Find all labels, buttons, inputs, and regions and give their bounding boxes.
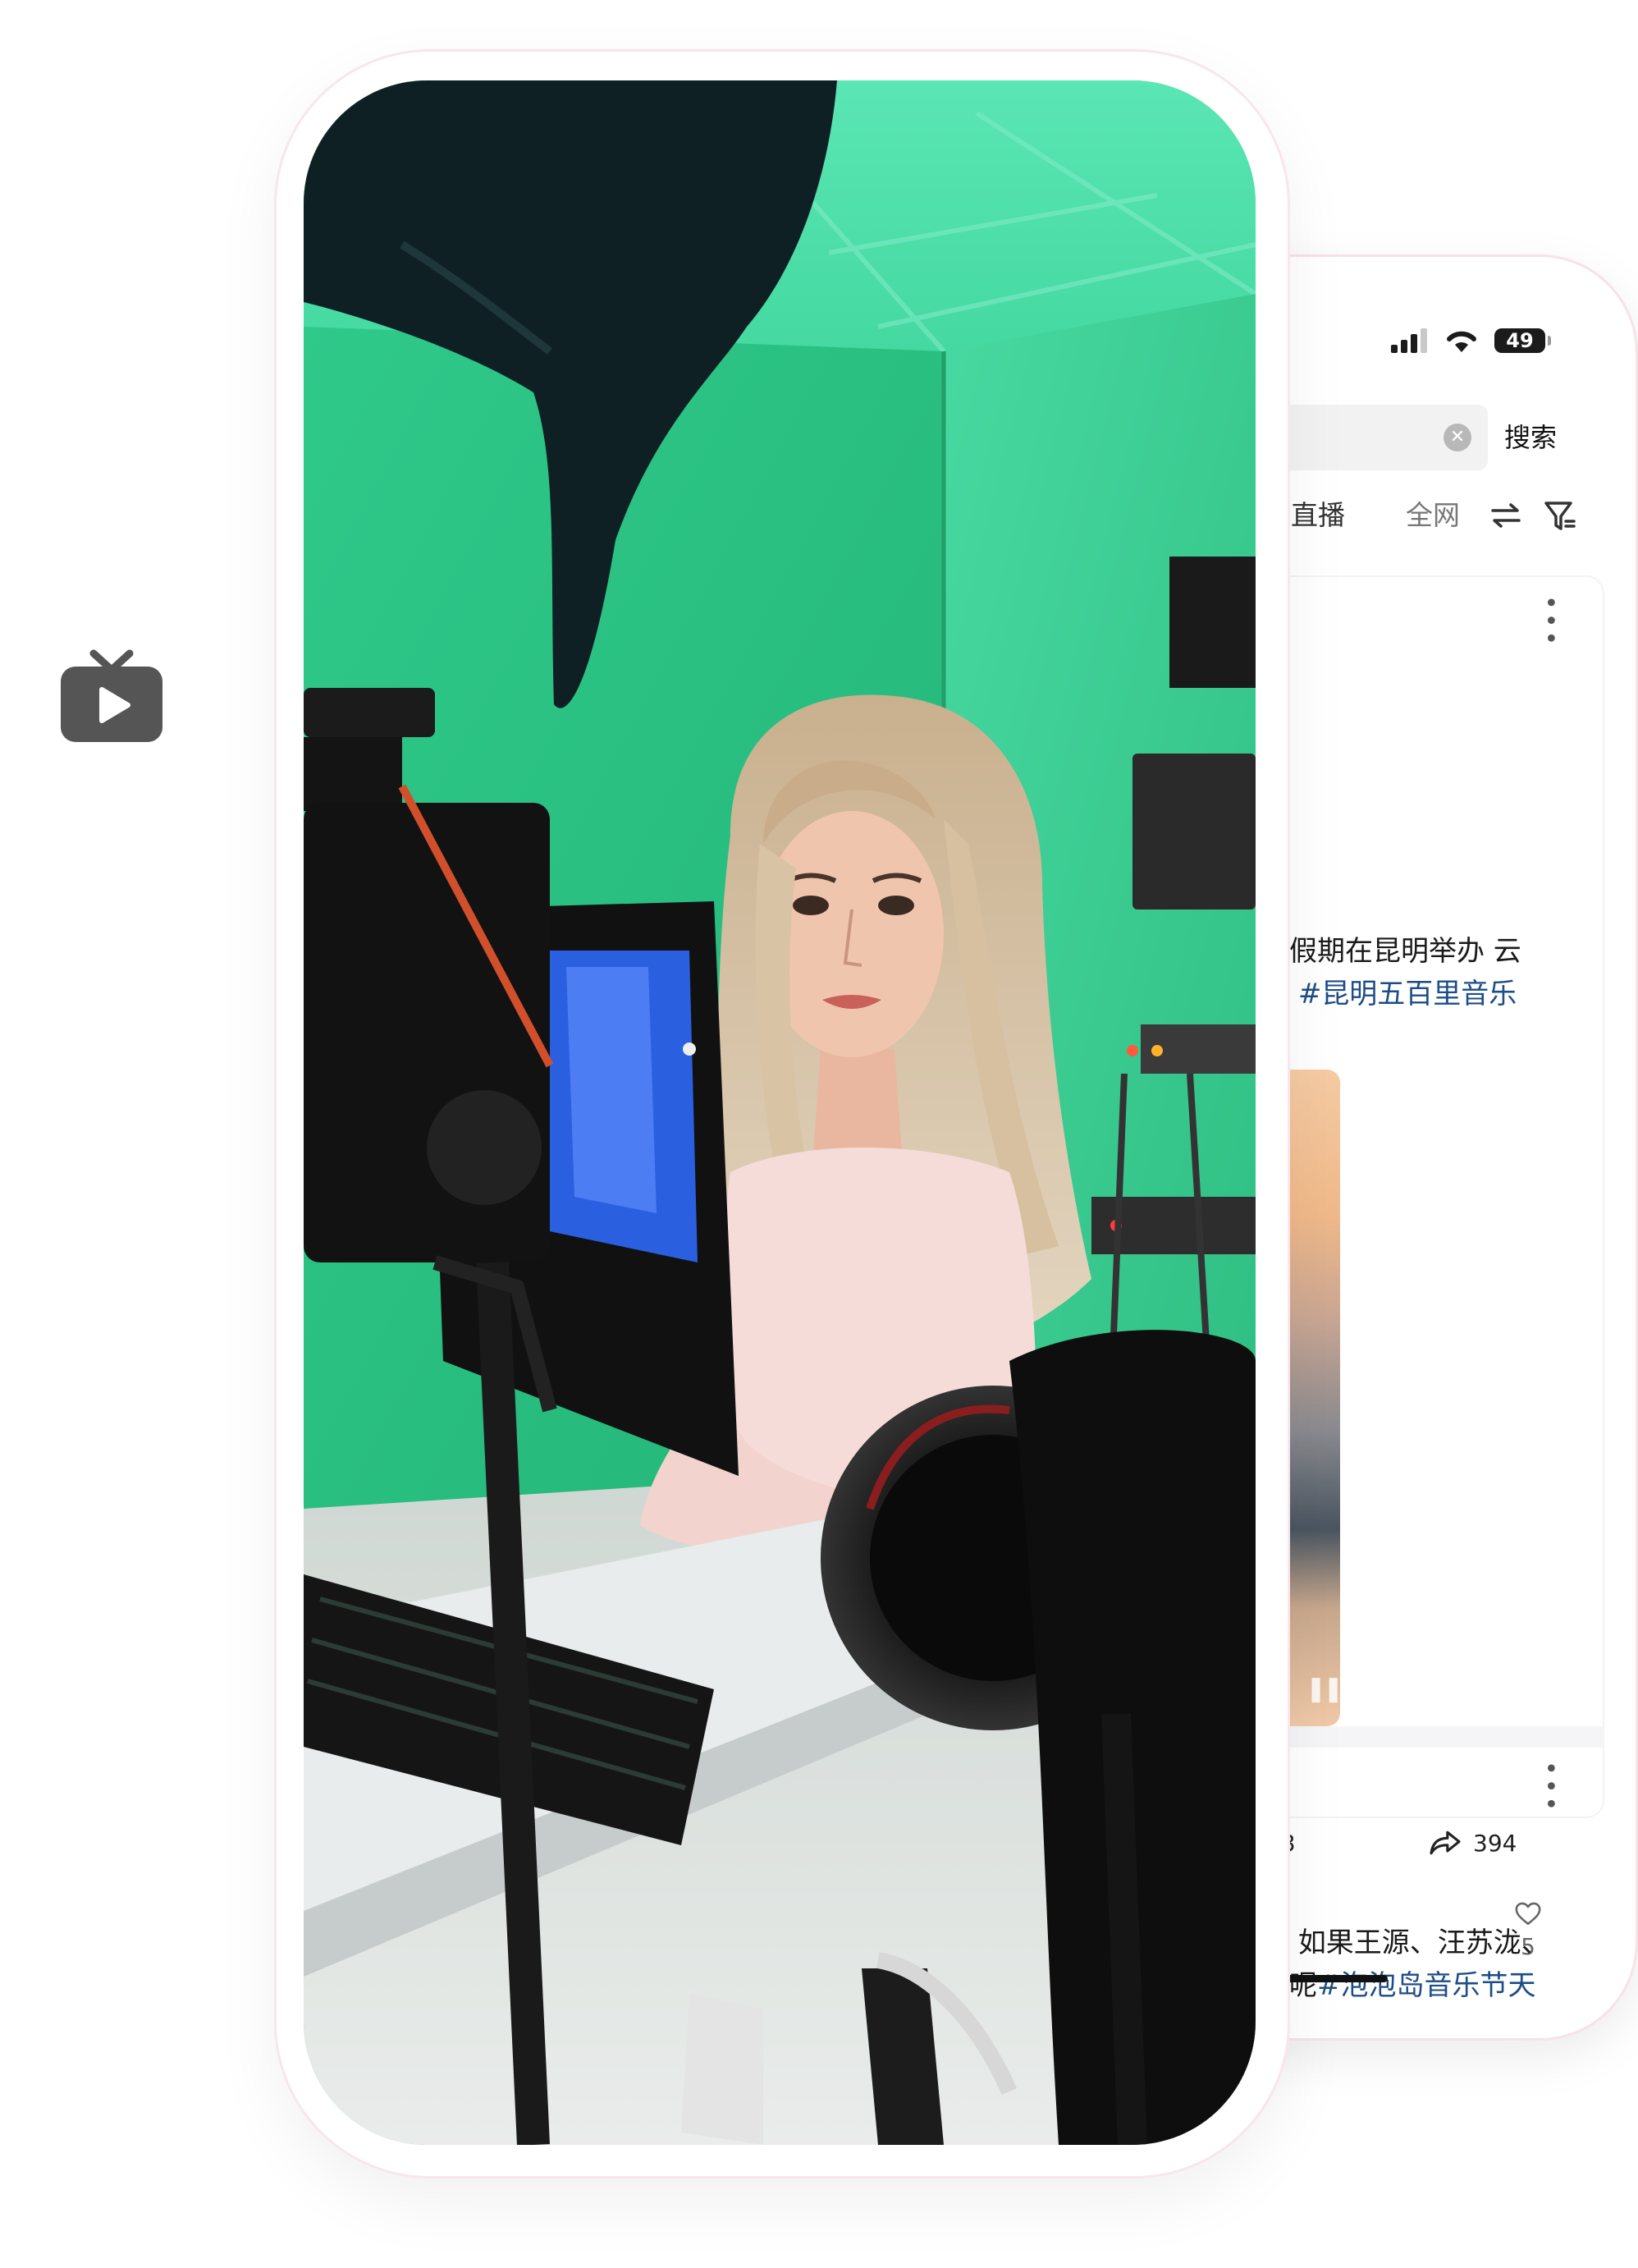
studio-scene-image [304, 80, 1256, 2145]
search-button[interactable]: 搜索 [1504, 405, 1557, 470]
status-bar: 49 [1391, 328, 1551, 354]
caption-line-2: 乐节 #昆明五百里音乐 [1233, 973, 1619, 1015]
battery-cap [1548, 336, 1551, 346]
filter-icon[interactable] [1544, 501, 1576, 532]
scope-all-dropdown[interactable]: 全网 [1406, 491, 1460, 540]
caption-text: 如果王源、汪苏泷、 [1297, 1927, 1549, 1959]
home-indicator [1274, 1975, 1388, 1982]
more-options-icon[interactable]: ••• [1535, 1761, 1564, 1814]
hashtag-link[interactable]: #泡泡岛音乐节天 [1317, 1969, 1536, 2002]
video-player[interactable] [304, 80, 1256, 2145]
pause-icon: ❚❚ [1306, 1675, 1340, 1703]
clear-icon[interactable]: ✕ [1444, 424, 1471, 451]
more-options-icon[interactable]: ••• [1535, 595, 1564, 648]
caption-line-1: 清明假期在昆明举办 云 [1233, 935, 1521, 968]
page: 49 ✕ 搜索 直播 全网 ••• 清明假期在昆明举办 云 #昆明五百里音乐 ❚… [0, 0, 1638, 2268]
caption-line-2: 玉轴呢#泡泡岛音乐节天 [1233, 1964, 1619, 2007]
hashtag-link[interactable]: #昆明五百里音乐 [1298, 978, 1517, 1010]
tv-play-icon [61, 647, 162, 742]
post-caption: 了！ 如果王源、汪苏泷、 玉轴呢#泡泡岛音乐节天 [1233, 1922, 1619, 2007]
post-caption: 清明假期在昆明举办 云 乐节 #昆明五百里音乐 [1233, 930, 1619, 1015]
signal-icon [1391, 328, 1427, 353]
wifi-icon [1447, 331, 1476, 352]
battery-indicator: 49 [1494, 328, 1551, 353]
swap-sort-icon[interactable] [1489, 502, 1522, 529]
caption-line-1: 了！ 如果王源、汪苏泷、 [1233, 1922, 1619, 1964]
tab-live[interactable]: 直播 [1291, 491, 1345, 540]
battery-level: 49 [1506, 329, 1534, 352]
